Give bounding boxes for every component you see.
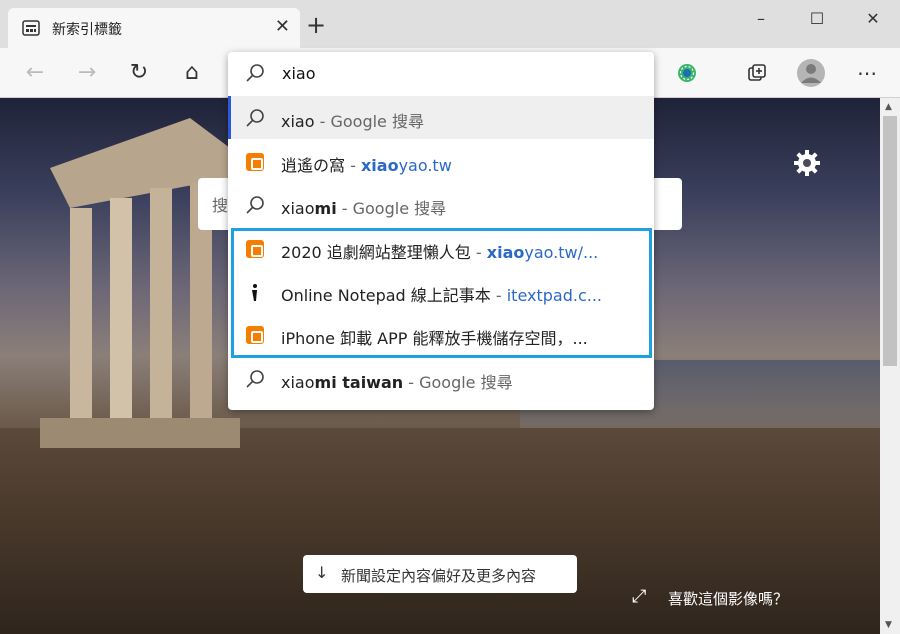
- blogger-icon: [246, 153, 264, 171]
- tab-new-tab[interactable]: 新索引標籤 ✕: [8, 8, 300, 48]
- minimize-button[interactable]: –: [746, 8, 776, 30]
- page-scrollbar[interactable]: ▲ ▼: [880, 98, 900, 634]
- suggestion-text: 逍遙の窩 - xiaoyao.tw: [281, 156, 452, 175]
- tab-strip: 新索引標籤 ✕ + – ☐ ✕: [0, 0, 900, 48]
- suggestion-text: xiao - Google 搜尋: [281, 112, 424, 131]
- profile-avatar-icon[interactable]: [796, 58, 826, 88]
- suggestion-search[interactable]: xiaomi - Google 搜尋: [228, 183, 654, 226]
- home-button[interactable]: ⌂: [177, 58, 207, 88]
- suggestion-text: xiaomi - Google 搜尋: [281, 199, 447, 218]
- news-settings-button[interactable]: ↓ 新聞設定內容偏好及更多內容: [303, 555, 577, 593]
- maximize-button[interactable]: ☐: [802, 8, 832, 30]
- search-icon: [246, 109, 264, 127]
- page-search-placeholder: 搜: [212, 196, 229, 215]
- address-bar-input[interactable]: xiao: [228, 52, 654, 96]
- more-menu-button[interactable]: ⋯: [852, 58, 882, 88]
- highlight-annotation-box: [231, 228, 652, 358]
- refresh-button[interactable]: ↻: [124, 58, 154, 88]
- new-tab-page-icon: [22, 20, 40, 36]
- suggestion-search[interactable]: xiao - Google 搜尋: [228, 96, 654, 139]
- like-image-label: 喜歡這個影像嗎？: [668, 590, 789, 608]
- tab-close-button[interactable]: ✕: [275, 17, 290, 37]
- search-icon: [246, 370, 264, 388]
- search-icon: [246, 196, 264, 214]
- extension-icon[interactable]: [676, 62, 698, 84]
- down-arrow-icon: ↓: [315, 563, 329, 582]
- collections-icon[interactable]: [746, 62, 768, 84]
- back-button[interactable]: ←: [20, 58, 50, 88]
- expand-icon: ⤢: [632, 586, 647, 607]
- scroll-thumb[interactable]: [883, 116, 897, 366]
- new-tab-button[interactable]: +: [306, 13, 326, 37]
- scroll-down-icon[interactable]: ▼: [885, 620, 892, 630]
- tab-title: 新索引標籤: [52, 22, 122, 38]
- forward-button[interactable]: →: [72, 58, 102, 88]
- close-window-button[interactable]: ✕: [858, 8, 888, 30]
- suggestion-search[interactable]: xiaomi taiwan - Google 搜尋: [228, 357, 654, 400]
- temple-ruins-image: [40, 118, 240, 448]
- scroll-up-icon[interactable]: ▲: [885, 102, 892, 112]
- address-bar-value: xiao: [282, 64, 316, 83]
- suggestion-site[interactable]: 逍遙の窩 - xiaoyao.tw: [228, 140, 654, 183]
- search-icon: [246, 64, 264, 82]
- news-settings-label: 新聞設定內容偏好及更多內容: [341, 567, 537, 585]
- suggestion-text: xiaomi taiwan - Google 搜尋: [281, 373, 513, 392]
- settings-gear-icon[interactable]: [792, 148, 822, 178]
